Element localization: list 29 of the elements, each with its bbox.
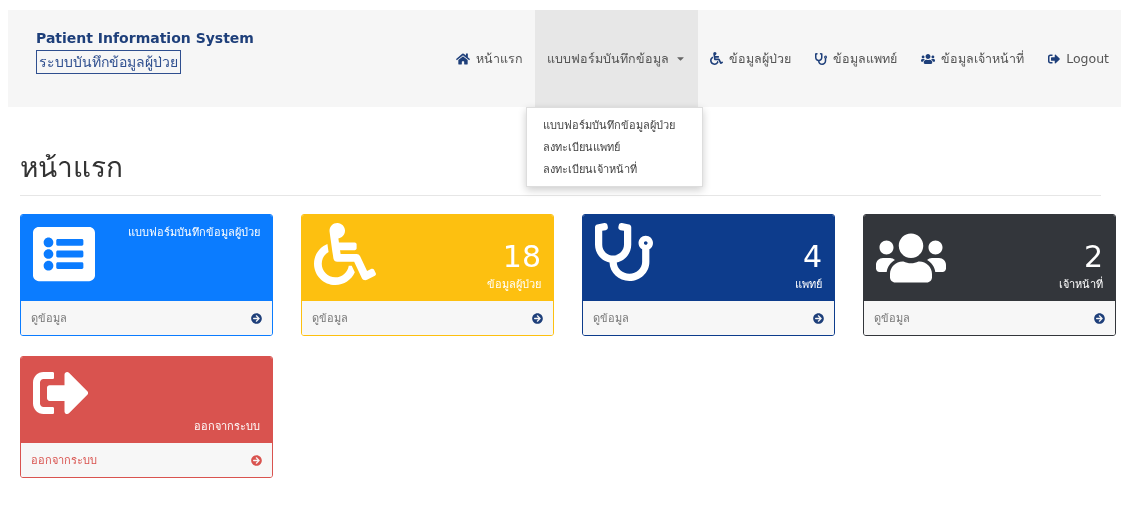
- users-icon: [921, 51, 936, 66]
- panel-label: ข้อมูลผู้ป่วย: [487, 277, 541, 293]
- view-link[interactable]: ดูข้อมูล: [583, 301, 834, 335]
- nav-link[interactable]: แบบฟอร์มบันทึกข้อมูล: [535, 10, 699, 107]
- home-icon: [456, 51, 471, 66]
- view-link[interactable]: ดูข้อมูล: [302, 301, 553, 335]
- brand-subtitle: ระบบบันทึกข้อมูลผู้ป่วย: [36, 50, 181, 74]
- count: 18: [502, 239, 541, 275]
- nav-link[interactable]: Logout: [1036, 10, 1121, 107]
- nav-link[interactable]: หน้าแรก: [444, 10, 536, 107]
- menu-item[interactable]: ลงทะเบียนเจ้าหน้าที่: [527, 158, 703, 180]
- logout-icon: [1048, 52, 1061, 65]
- view-link[interactable]: ออกจากระบบ: [21, 443, 272, 477]
- count: 4: [802, 239, 822, 275]
- view-link[interactable]: ดูข้อมูล: [864, 301, 1115, 335]
- nav-link[interactable]: ข้อมูลแพทย์: [803, 10, 910, 107]
- menu-item[interactable]: ลงทะเบียนแพทย์: [527, 136, 703, 158]
- panel-label: เจ้าหน้าที่: [1059, 275, 1103, 293]
- brand-title: Patient Information System: [36, 30, 254, 46]
- view-link[interactable]: ดูข้อมูล: [21, 301, 272, 335]
- nav-link[interactable]: ข้อมูลเจ้าหน้าที่: [909, 10, 1037, 107]
- panel-label: ออกจากระบบ: [194, 419, 260, 435]
- panel-label: แพทย์: [795, 277, 822, 293]
- count: 2: [1083, 239, 1103, 275]
- nav-link[interactable]: ข้อมูลผู้ป่วย: [698, 10, 804, 107]
- wheelchair-icon: [710, 52, 724, 65]
- stethoscope-icon: [815, 52, 828, 65]
- panel-label: แบบฟอร์มบันทึกข้อมูลผู้ป่วย: [128, 225, 260, 241]
- menu-item[interactable]: แบบฟอร์มบันทึกข้อมูลผู้ป่วย: [527, 114, 703, 136]
